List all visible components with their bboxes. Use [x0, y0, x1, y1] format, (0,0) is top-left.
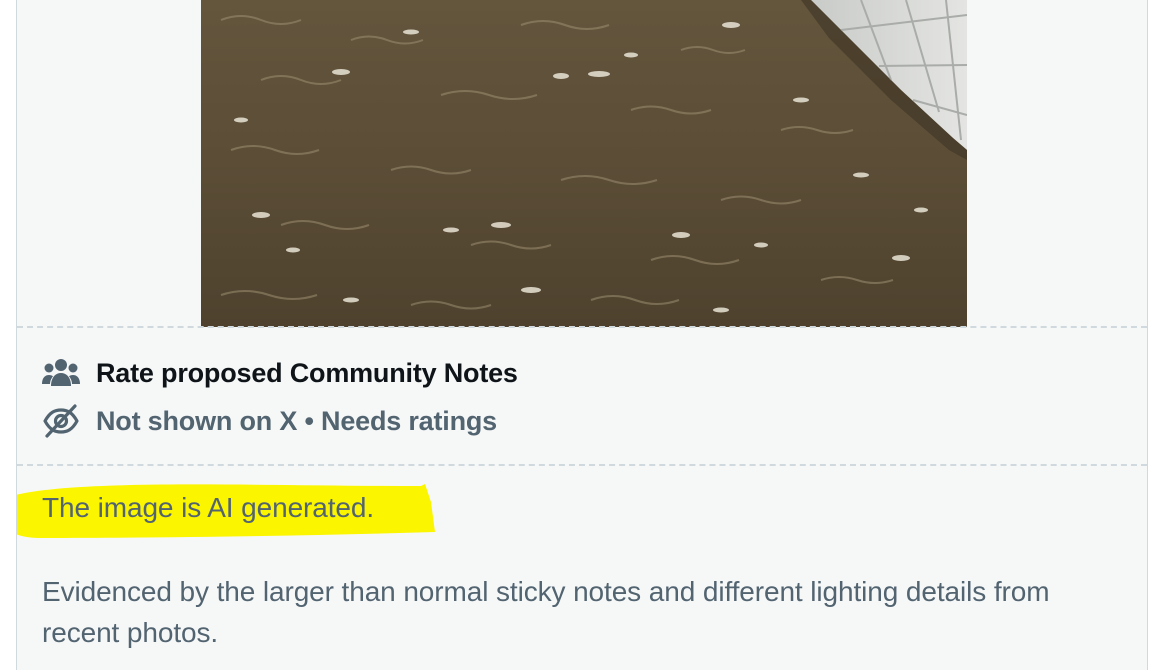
- people-group-icon: [42, 354, 80, 392]
- eye-slash-icon: [42, 402, 80, 440]
- post-image[interactable]: [201, 0, 967, 327]
- community-notes-card: Rate proposed Community Notes Not shown …: [16, 0, 1148, 670]
- section-divider: [17, 464, 1147, 466]
- floodwater-photo: [201, 0, 967, 327]
- note-body: Evidenced by the larger than normal stic…: [42, 576, 1050, 648]
- note-status-row: Not shown on X • Needs ratings: [42, 402, 497, 440]
- rate-notes-row[interactable]: Rate proposed Community Notes: [42, 354, 518, 392]
- note-summary: The image is AI generated.: [42, 492, 375, 523]
- rate-notes-label: Rate proposed Community Notes: [96, 357, 518, 388]
- note-status-label: Not shown on X • Needs ratings: [96, 405, 497, 436]
- section-divider: [17, 326, 1147, 328]
